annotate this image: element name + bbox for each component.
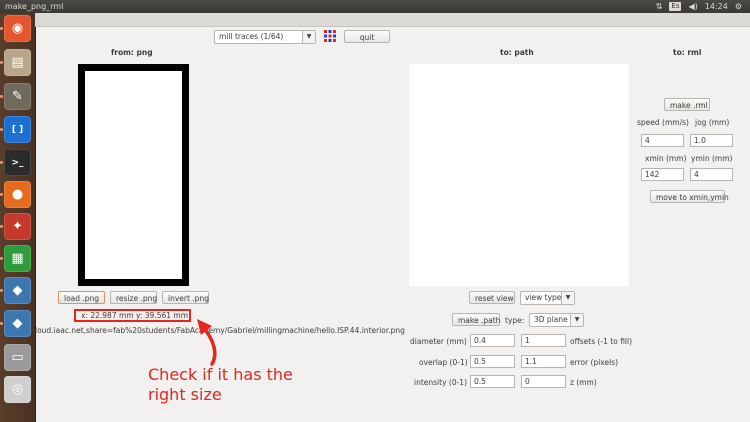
brackets-icon[interactable]: [ ] [4, 116, 31, 143]
running-indicator [0, 225, 3, 228]
gimp-icon[interactable]: ✎ [4, 83, 31, 110]
offsets-field[interactable]: 1 [521, 334, 566, 347]
ymin-label: ymin (mm) [691, 154, 733, 163]
chevron-down-icon: ▼ [561, 292, 574, 304]
running-indicator [0, 61, 3, 64]
path-preview-canvas[interactable] [409, 64, 629, 286]
annotation-arrow-icon [197, 319, 217, 366]
chevron-down-icon: ▼ [570, 314, 583, 326]
chevron-down-icon: ▼ [302, 31, 315, 43]
top-panel: make_png_rml ⇅ Es ◀) 14:24 ⚙ [0, 0, 750, 13]
process-select[interactable]: mill traces (1/64) ▼ [214, 30, 316, 44]
disc-icon[interactable]: ◎ [4, 376, 31, 403]
xmin-field[interactable]: 142 [641, 168, 684, 181]
python-icon-2[interactable]: ◆ [4, 310, 31, 337]
size-readout: x: 22.987 mm y: 39.561 mm [74, 309, 191, 322]
jog-field[interactable]: 1.0 [690, 134, 733, 147]
size-readout-text: x: 22.987 mm y: 39.561 mm [81, 311, 189, 320]
running-indicator [0, 257, 3, 260]
running-indicator [0, 27, 3, 30]
running-indicator [0, 128, 3, 131]
overlap-field[interactable]: 0.5 [470, 355, 515, 368]
speed-field[interactable]: 4 [641, 134, 684, 147]
heading-to-path: to: path [500, 48, 534, 57]
invert-png-button[interactable]: invert .png [162, 291, 209, 304]
type-select[interactable]: 3D plane ▼ [529, 313, 584, 327]
diameter-field[interactable]: 0.4 [470, 334, 515, 347]
png-preview [78, 64, 189, 286]
spreadsheet-icon[interactable]: ▦ [4, 245, 31, 272]
power-icon[interactable]: ⚙ [735, 2, 742, 11]
settings-icon[interactable]: ✦ [4, 213, 31, 240]
diameter-label: diameter (mm) [410, 337, 467, 346]
overlap-label: overlap (0-1) [419, 358, 468, 367]
resize-png-button[interactable]: resize .png [110, 291, 157, 304]
running-indicator [0, 289, 3, 292]
type-label: type: [505, 316, 525, 325]
running-indicator [0, 95, 3, 98]
ymin-field[interactable]: 4 [690, 168, 733, 181]
z-label: z (mm) [570, 378, 597, 387]
annotation-text: Check if it has the right size [148, 365, 293, 404]
window-toolbar-strip [35, 13, 750, 27]
z-field[interactable]: 0 [521, 375, 566, 388]
type-select-value: 3D plane [534, 315, 568, 324]
fab-modules-logo-icon [324, 30, 336, 42]
keyboard-layout-indicator[interactable]: Es [669, 2, 682, 11]
firefox-icon[interactable]: ● [4, 181, 31, 208]
offsets-label: offsets (-1 to fill) [570, 337, 633, 346]
files-icon[interactable]: ▤ [4, 49, 31, 76]
launcher: ◉ ▤ ✎ [ ] >_ ● ✦ ▦ ◆ ◆ ▭ ◎ [0, 13, 36, 422]
move-to-xmin-ymin-button[interactable]: move to xmin,ymin [650, 190, 729, 203]
reset-view-button[interactable]: reset view [469, 291, 515, 304]
make-path-button[interactable]: make .path [452, 313, 500, 326]
python-icon[interactable]: ◆ [4, 277, 31, 304]
load-png-button[interactable]: load .png [58, 291, 105, 304]
heading-to-rml: to: rml [673, 48, 702, 57]
terminal-icon[interactable]: >_ [4, 149, 31, 176]
speed-label: speed (mm/s) [637, 118, 689, 127]
intensity-label: intensity (0-1) [414, 378, 468, 387]
view-type-value: view type [525, 293, 562, 302]
make-rml-button[interactable]: make .rml [664, 98, 710, 111]
running-indicator [0, 322, 3, 325]
process-select-value: mill traces (1/64) [219, 32, 284, 41]
intensity-field[interactable]: 0.5 [470, 375, 515, 388]
view-type-select[interactable]: view type ▼ [520, 291, 575, 305]
window-title: make_png_rml [5, 2, 64, 11]
volume-icon[interactable]: ◀) [688, 2, 697, 11]
ubuntu-logo-icon[interactable]: ◉ [4, 15, 31, 42]
system-tray: ⇅ Es ◀) 14:24 ⚙ [656, 2, 742, 11]
drive-icon[interactable]: ▭ [4, 344, 31, 371]
jog-label: jog (mm) [695, 118, 730, 127]
heading-from-png: from: png [111, 48, 153, 57]
network-icon[interactable]: ⇅ [656, 2, 663, 11]
running-indicator [0, 161, 3, 164]
error-label: error (pixels) [570, 358, 619, 367]
quit-button[interactable]: quit [344, 30, 390, 43]
clock[interactable]: 14:24 [705, 2, 728, 11]
xmin-label: xmin (mm) [645, 154, 687, 163]
running-indicator [0, 193, 3, 196]
error-field[interactable]: 1.1 [521, 355, 566, 368]
